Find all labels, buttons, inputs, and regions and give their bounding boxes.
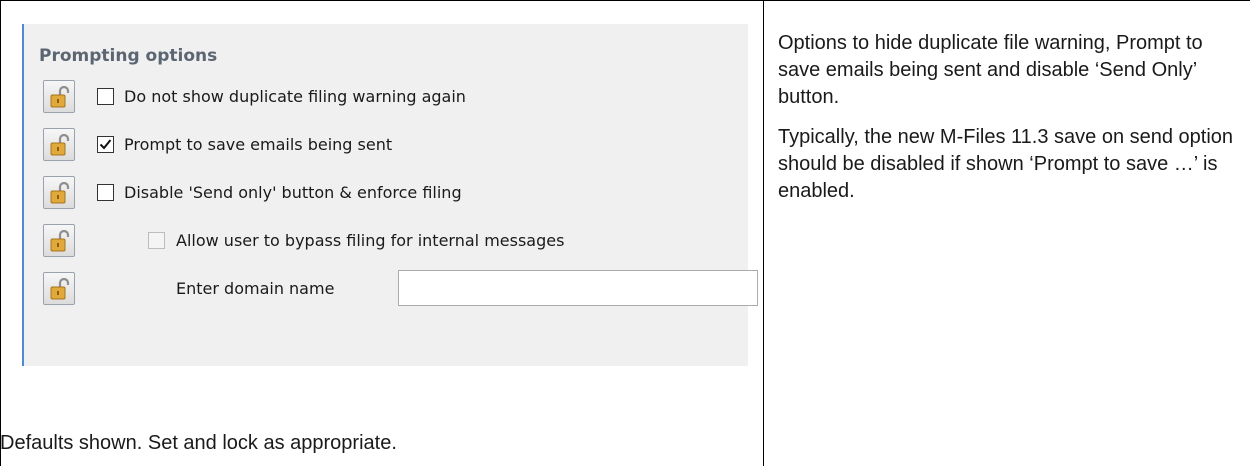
option-row-domain-name: Enter domain name — [24, 270, 758, 308]
domain-name-input[interactable] — [398, 270, 758, 306]
disable-send-only-checkbox[interactable] — [97, 184, 114, 201]
lock-button[interactable] — [43, 80, 75, 113]
option-row-bypass-internal: Allow user to bypass filing for internal… — [24, 224, 748, 260]
description-paragraph-2: Typically, the new M-Files 11.3 save on … — [778, 126, 1234, 202]
duplicate-warning-checkbox[interactable] — [97, 88, 114, 105]
disable-send-only-label: Disable 'Send only' button & enforce fil… — [124, 183, 462, 202]
panel-title: Prompting options — [39, 46, 218, 66]
domain-name-label: Enter domain name — [176, 279, 335, 298]
prompt-save-label: Prompt to save emails being sent — [124, 135, 393, 154]
option-row-disable-send-only: Disable 'Send only' button & enforce fil… — [24, 176, 748, 212]
checkmark-icon — [99, 139, 112, 150]
footer-note: Defaults shown. Set and lock as appropri… — [0, 432, 397, 454]
prompting-options-panel: Prompting options Do not show duplicate … — [22, 24, 758, 366]
duplicate-warning-label: Do not show duplicate filing warning aga… — [124, 87, 466, 106]
padlock-unlocked-icon — [50, 277, 70, 300]
bypass-internal-checkbox[interactable] — [148, 232, 165, 249]
lock-button[interactable] — [43, 272, 75, 305]
lock-button[interactable] — [43, 176, 75, 209]
option-row-prompt-save: Prompt to save emails being sent — [24, 128, 748, 164]
option-row-duplicate-warning: Do not show duplicate filing warning aga… — [24, 80, 748, 116]
padlock-unlocked-icon — [50, 229, 70, 252]
description-paragraph-1: Options to hide duplicate file warning, … — [778, 32, 1203, 108]
bypass-internal-label: Allow user to bypass filing for internal… — [176, 231, 565, 250]
padlock-unlocked-icon — [50, 85, 70, 108]
column-divider — [763, 0, 764, 466]
padlock-unlocked-icon — [50, 133, 70, 156]
lock-button[interactable] — [43, 128, 75, 161]
lock-button[interactable] — [43, 224, 75, 257]
padlock-unlocked-icon — [50, 181, 70, 204]
prompt-save-checkbox[interactable] — [97, 136, 114, 153]
